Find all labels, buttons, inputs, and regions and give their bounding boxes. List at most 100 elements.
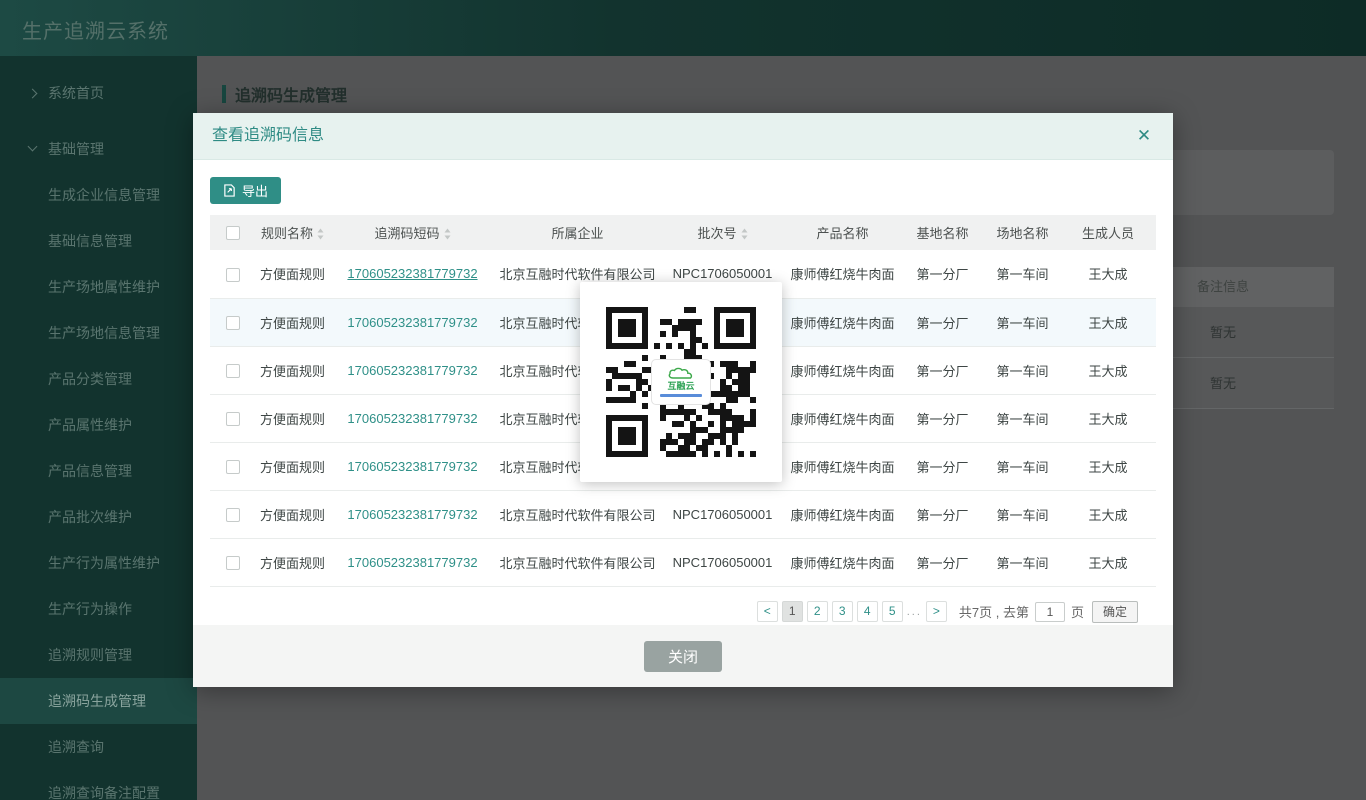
select-all-checkbox[interactable]	[226, 226, 240, 240]
cell-rule-name: 方便面规则	[255, 394, 330, 442]
cell-batch-no: NPC1706050001	[660, 538, 785, 586]
page-button[interactable]: 2	[807, 601, 828, 622]
column-header: 场地名称	[985, 215, 1060, 250]
column-header: 生成人员	[1060, 215, 1156, 250]
cell-base-name: 第一分厂	[900, 298, 985, 346]
column-header[interactable]: 追溯码短码	[330, 215, 495, 250]
cell-select	[210, 538, 255, 586]
cell-creator: 王大成	[1060, 442, 1156, 490]
prev-page-button[interactable]: <	[757, 601, 778, 622]
cell-site-name: 第一车间	[985, 538, 1060, 586]
cell-trace-code: 170605232381779732	[330, 490, 495, 538]
cell-base-name: 第一分厂	[900, 394, 985, 442]
cell-base-name: 第一分厂	[900, 250, 985, 298]
page-button[interactable]: 5	[882, 601, 903, 622]
cell-creator: 王大成	[1060, 250, 1156, 298]
cell-product-name: 康师傅红烧牛肉面	[785, 250, 900, 298]
qr-logo-text: 互融云	[667, 381, 694, 391]
dialog-footer: 关闭	[193, 625, 1173, 687]
column-header: 所属企业	[495, 215, 660, 250]
trace-code-link[interactable]: 170605232381779732	[347, 411, 477, 426]
column-header-label: 追溯码短码	[374, 226, 439, 241]
close-button[interactable]: 关闭	[644, 641, 722, 672]
cell-product-name: 康师傅红烧牛肉面	[785, 346, 900, 394]
pagination: < 12345 ... > 共7页 , 去第 页 确定	[210, 601, 1138, 623]
cell-product-name: 康师傅红烧牛肉面	[785, 394, 900, 442]
cell-select	[210, 442, 255, 490]
pagination-ellipsis: ...	[907, 606, 922, 618]
column-header-label: 场地名称	[996, 226, 1048, 241]
cell-creator: 王大成	[1060, 394, 1156, 442]
trace-code-link[interactable]: 170605232381779732	[347, 459, 477, 474]
row-checkbox[interactable]	[226, 460, 240, 474]
qr-code: 互融云	[606, 307, 756, 457]
cloud-logo-icon	[667, 367, 695, 380]
cell-trace-code: 170605232381779732	[330, 346, 495, 394]
cell-site-name: 第一车间	[985, 346, 1060, 394]
page-button[interactable]: 1	[782, 601, 803, 622]
cell-select	[210, 490, 255, 538]
cell-rule-name: 方便面规则	[255, 298, 330, 346]
page-button[interactable]: 4	[857, 601, 878, 622]
trace-code-link[interactable]: 170605232381779732	[347, 363, 477, 378]
table-header-row: 规则名称追溯码短码所属企业批次号产品名称基地名称场地名称生成人员	[210, 215, 1156, 250]
column-header-label: 批次号	[697, 226, 736, 241]
cell-batch-no: NPC1706050001	[660, 490, 785, 538]
cell-company: 北京互融时代软件有限公司	[495, 538, 660, 586]
export-file-icon	[223, 184, 236, 197]
dialog-header: 查看追溯码信息 ✕	[193, 113, 1173, 160]
export-button-label: 导出	[242, 181, 268, 200]
goto-confirm-button[interactable]: 确定	[1092, 601, 1138, 623]
cell-base-name: 第一分厂	[900, 538, 985, 586]
cell-product-name: 康师傅红烧牛肉面	[785, 538, 900, 586]
cell-creator: 王大成	[1060, 298, 1156, 346]
row-checkbox[interactable]	[226, 316, 240, 330]
trace-code-link[interactable]: 170605232381779732	[347, 315, 477, 330]
close-icon[interactable]: ✕	[1129, 113, 1159, 159]
pagination-pages: 12345	[778, 601, 903, 622]
cell-creator: 王大成	[1060, 538, 1156, 586]
qr-center-logo: 互融云	[651, 359, 711, 405]
column-header-label: 所属企业	[551, 226, 603, 241]
cell-rule-name: 方便面规则	[255, 346, 330, 394]
cell-select	[210, 298, 255, 346]
page-button[interactable]: 3	[832, 601, 853, 622]
cell-select	[210, 394, 255, 442]
row-checkbox[interactable]	[226, 412, 240, 426]
column-header-label: 产品名称	[816, 226, 868, 241]
row-checkbox[interactable]	[226, 508, 240, 522]
cell-creator: 王大成	[1060, 346, 1156, 394]
cell-trace-code: 170605232381779732	[330, 394, 495, 442]
trace-code-link[interactable]: 170605232381779732	[347, 266, 477, 281]
cell-trace-code: 170605232381779732	[330, 538, 495, 586]
app-root: 生产追溯云系统 系统首页基础管理生成企业信息管理基础信息管理生产场地属性维护生产…	[0, 0, 1366, 800]
goto-page-input[interactable]	[1035, 602, 1065, 622]
row-checkbox[interactable]	[226, 556, 240, 570]
trace-code-link[interactable]: 170605232381779732	[347, 507, 477, 522]
column-header-label: 生成人员	[1082, 226, 1134, 241]
cell-base-name: 第一分厂	[900, 490, 985, 538]
row-checkbox[interactable]	[226, 364, 240, 378]
sort-icon[interactable]	[741, 228, 748, 240]
export-button[interactable]: 导出	[210, 177, 281, 204]
cell-trace-code: 170605232381779732	[330, 442, 495, 490]
qr-logo-subtext-line	[660, 394, 702, 397]
cell-select	[210, 250, 255, 298]
cell-product-name: 康师傅红烧牛肉面	[785, 490, 900, 538]
sort-icon[interactable]	[444, 228, 451, 240]
table-row: 方便面规则 170605232381779732 北京互融时代软件有限公司 NP…	[210, 538, 1156, 586]
cell-creator: 王大成	[1060, 490, 1156, 538]
cell-rule-name: 方便面规则	[255, 250, 330, 298]
cell-base-name: 第一分厂	[900, 346, 985, 394]
column-header: 产品名称	[785, 215, 900, 250]
select-all-header	[210, 215, 255, 250]
cell-trace-code: 170605232381779732	[330, 250, 495, 298]
cell-company: 北京互融时代软件有限公司	[495, 490, 660, 538]
sort-icon[interactable]	[317, 228, 324, 240]
trace-code-link[interactable]: 170605232381779732	[347, 555, 477, 570]
qr-code-popup: 互融云	[580, 282, 782, 482]
row-checkbox[interactable]	[226, 268, 240, 282]
column-header[interactable]: 批次号	[660, 215, 785, 250]
column-header[interactable]: 规则名称	[255, 215, 330, 250]
next-page-button[interactable]: >	[926, 601, 947, 622]
